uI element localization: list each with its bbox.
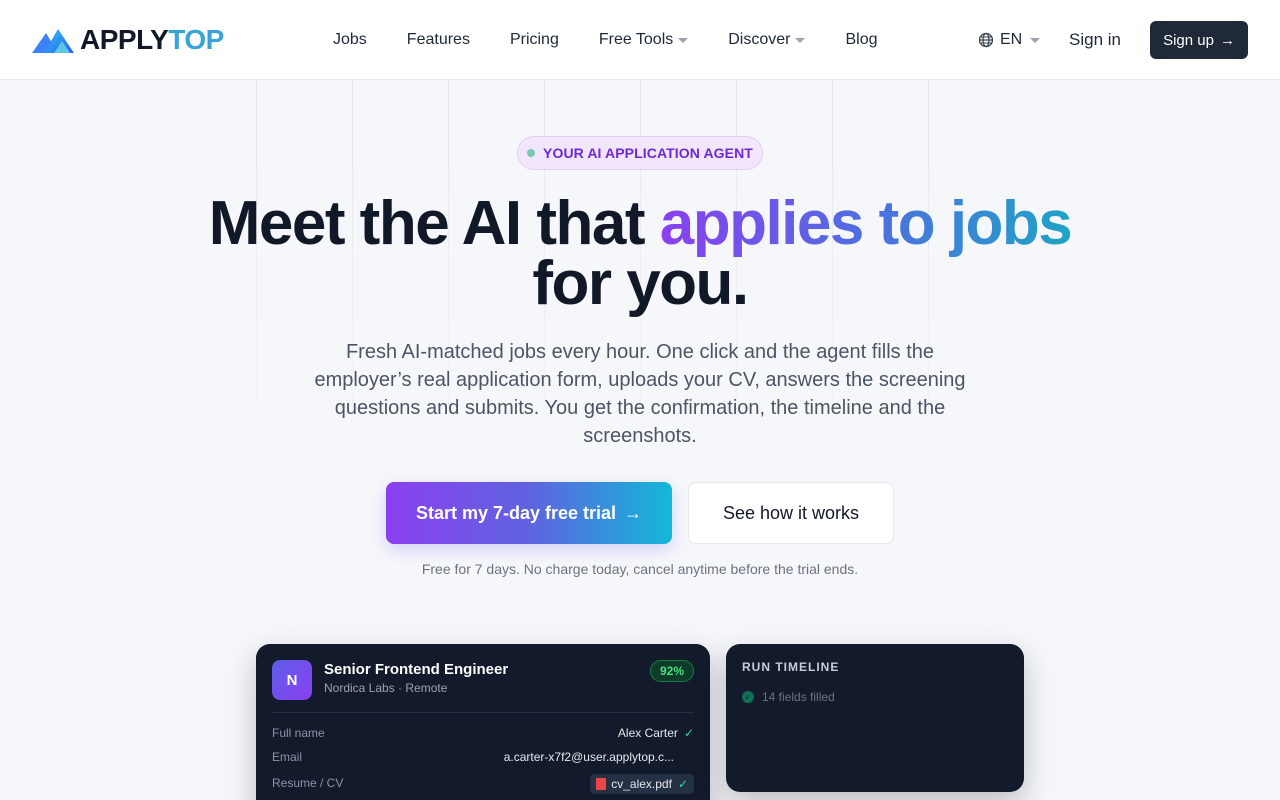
hero-headline: Meet the AI that applies to jobs for you… bbox=[0, 193, 1280, 315]
main-nav: Jobs Features Pricing Free Tools Discove… bbox=[333, 28, 878, 52]
nav-blog[interactable]: Blog bbox=[845, 31, 877, 49]
hero-badge-label: YOUR AI APPLICATION AGENT bbox=[543, 145, 753, 161]
chevron-down-icon bbox=[795, 37, 806, 43]
field-label: Full name bbox=[272, 726, 325, 740]
file-chip: cv_alex.pdf ✓ bbox=[590, 774, 694, 794]
card-divider bbox=[272, 712, 694, 713]
nav-free-tools[interactable]: Free Tools bbox=[598, 31, 689, 49]
nav-pricing-label: Pricing bbox=[509, 31, 559, 48]
globe-icon bbox=[978, 32, 994, 48]
file-name: cv_alex.pdf bbox=[611, 777, 672, 791]
timeline-title: RUN TIMELINE bbox=[742, 660, 840, 674]
nav-features[interactable]: Features bbox=[407, 31, 470, 49]
logo-wordmark: APPLYTOP bbox=[80, 24, 224, 55]
form-field-row: Email a.carter-x7f2@user.applytop.c... bbox=[272, 750, 694, 768]
arrow-right-icon: → bbox=[624, 502, 643, 523]
hero-badge: YOUR AI APPLICATION AGENT bbox=[517, 136, 763, 170]
job-company: Nordica Labs · Remote bbox=[324, 681, 448, 695]
check-circle-icon: ✓ bbox=[742, 691, 754, 703]
see-how-it-works-button[interactable]: See how it works bbox=[688, 482, 894, 544]
field-value: a.carter-x7f2@user.applytop.c... bbox=[504, 750, 674, 764]
headline-end: for you. bbox=[532, 249, 749, 318]
headline-highlight: applies to jobs bbox=[659, 189, 1073, 258]
nav-features-label: Features bbox=[406, 31, 470, 48]
arrow-right-icon: → bbox=[1219, 31, 1235, 49]
sign-up-label: Sign up bbox=[1163, 31, 1214, 49]
nav-discover[interactable]: Discover bbox=[728, 31, 806, 49]
nav-pricing[interactable]: Pricing bbox=[510, 31, 559, 49]
check-icon: ✓ bbox=[677, 777, 688, 791]
mountain-logo-icon bbox=[32, 29, 74, 53]
run-timeline-card: RUN TIMELINE ✓ 14 fields filled bbox=[726, 644, 1024, 792]
hero-description: Fresh AI-matched jobs every hour. One cl… bbox=[314, 341, 966, 447]
form-field-row: Full name Alex Carter ✓ bbox=[272, 726, 694, 744]
headline-plain: Meet the AI that bbox=[208, 189, 646, 258]
top-navbar: APPLYTOP Jobs Features Pricing Free Tool… bbox=[0, 0, 1280, 80]
field-label: Email bbox=[272, 750, 303, 764]
chevron-down-icon bbox=[678, 37, 689, 43]
timeline-item: ✓ 14 fields filled bbox=[742, 690, 835, 704]
field-value-text: Alex Carter bbox=[617, 726, 678, 740]
match-score-badge: 92% bbox=[650, 660, 694, 682]
field-value: cv_alex.pdf ✓ bbox=[590, 774, 694, 794]
nav-free-tools-label: Free Tools bbox=[598, 31, 674, 48]
see-how-it-works-label: See how it works bbox=[722, 502, 860, 523]
status-dot-icon bbox=[527, 149, 536, 157]
nav-jobs[interactable]: Jobs bbox=[333, 31, 367, 49]
check-icon: ✓ bbox=[683, 726, 694, 740]
timeline-item-label: 14 fields filled bbox=[762, 690, 835, 704]
applytop-logo[interactable]: APPLYTOP bbox=[32, 24, 224, 56]
field-value: Alex Carter ✓ bbox=[618, 726, 694, 740]
sign-up-button[interactable]: Sign up → bbox=[1150, 21, 1248, 59]
company-avatar: N bbox=[272, 660, 312, 700]
job-title: Senior Frontend Engineer bbox=[324, 661, 509, 678]
trial-note: Free for 7 days. No charge today, cancel… bbox=[421, 561, 859, 577]
start-trial-label: Start my 7-day free trial bbox=[415, 502, 617, 523]
nav-jobs-label: Jobs bbox=[333, 31, 367, 48]
nav-discover-label: Discover bbox=[728, 31, 791, 48]
start-trial-button[interactable]: Start my 7-day free trial → bbox=[386, 482, 672, 544]
job-application-card: N Senior Frontend Engineer Nordica Labs … bbox=[256, 644, 710, 800]
sign-in-link[interactable]: Sign in bbox=[1069, 28, 1121, 52]
nav-blog-label: Blog bbox=[845, 31, 878, 48]
form-field-row: Resume / CV cv_alex.pdf ✓ bbox=[272, 774, 694, 794]
chevron-down-icon bbox=[1030, 37, 1041, 43]
language-label: EN bbox=[1000, 31, 1023, 48]
language-selector[interactable]: EN bbox=[978, 28, 1041, 52]
pdf-file-icon bbox=[596, 778, 607, 790]
field-label: Resume / CV bbox=[272, 776, 344, 790]
field-value-text: a.carter-x7f2@user.applytop.c... bbox=[503, 750, 674, 764]
